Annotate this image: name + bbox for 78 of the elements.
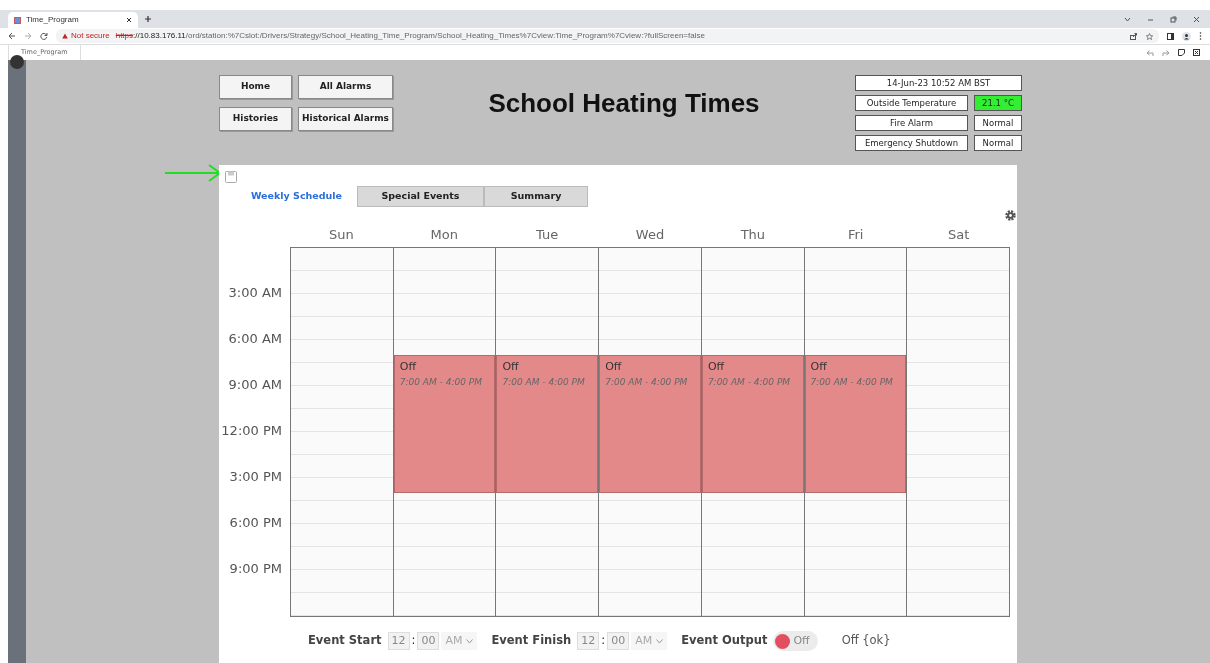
output-toggle[interactable]: Off	[773, 631, 818, 651]
warning-icon	[62, 33, 68, 39]
event-title: Off	[810, 359, 828, 376]
day-header: Tue	[535, 226, 560, 244]
hour-field[interactable]: 12	[387, 632, 410, 650]
share-icon[interactable]	[1130, 32, 1137, 40]
security-warning: Not secure	[71, 30, 110, 42]
close-icon[interactable]	[126, 17, 132, 23]
close-box-icon[interactable]	[1193, 49, 1200, 56]
caret-icon	[656, 638, 664, 644]
time-separator: :	[601, 632, 606, 650]
side-panel-icon[interactable]	[1167, 32, 1174, 40]
star-icon[interactable]	[1146, 32, 1153, 40]
time-label: 3:00 PM	[229, 468, 282, 487]
redo-icon[interactable]	[1162, 49, 1170, 56]
event-time: 7:00 AM - 4:00 PM	[605, 375, 689, 389]
new-tab-icon[interactable]	[144, 15, 152, 23]
day-header: Sat	[946, 226, 971, 244]
close-icon[interactable]	[1193, 15, 1200, 23]
schedule-event[interactable]: Off 7:00 AM - 4:00 PM	[701, 355, 804, 494]
day-header: Mon	[429, 226, 459, 244]
time-separator: :	[411, 632, 416, 650]
schedule-event[interactable]: Off 7:00 AM - 4:00 PM	[496, 355, 599, 494]
day-header: Sun	[328, 226, 355, 244]
day-header: Thu	[739, 226, 767, 244]
minute-field[interactable]: 00	[607, 632, 630, 650]
output-status: Off {ok}	[841, 632, 891, 650]
event-title: Off	[399, 359, 418, 376]
event-title: Off	[502, 359, 520, 376]
event-time: 7:00 AM - 4:00 PM	[502, 375, 586, 389]
date-time: 14-Jun-23 10:52 AM BST	[855, 75, 1022, 91]
point-value: Normal	[974, 135, 1022, 151]
nav-button[interactable]: Home	[219, 75, 292, 99]
schedule-event[interactable]: Off 7:00 AM - 4:00 PM	[599, 355, 701, 494]
restore-icon[interactable]	[1170, 15, 1177, 23]
time-label: 12:00 PM	[221, 422, 282, 441]
nav-button[interactable]: Histories	[219, 107, 292, 131]
page-icon	[14, 16, 21, 24]
nav-button[interactable]: Historical Alarms	[298, 107, 393, 131]
note-icon[interactable]	[1178, 49, 1185, 56]
url-text[interactable]: https://10.83.176.11/ord/station:%7Cslot:/Drivers/Strategy/School_Heating_Time_Program/School_Heating_Times%7Cview:Time_Program%7Cview:?fullScreen=false	[115, 30, 705, 42]
event-time: 7:00 AM - 4:00 PM	[399, 375, 483, 389]
event-title: Off	[605, 359, 623, 376]
point-value: 21.1 °C	[974, 95, 1022, 111]
back-icon[interactable]	[8, 32, 16, 40]
field-label: Event Finish	[491, 632, 572, 650]
point-label: Emergency Shutdown	[855, 135, 968, 151]
field-label: Event Start	[308, 632, 382, 650]
point-value: Normal	[974, 115, 1022, 131]
undo-icon[interactable]	[1146, 49, 1154, 56]
point-label: Outside Temperature	[855, 95, 968, 111]
event-time: 7:00 AM - 4:00 PM	[707, 375, 792, 389]
reload-icon[interactable]	[40, 32, 48, 40]
day-header: Fri	[846, 226, 865, 244]
time-label: 3:00 AM	[228, 284, 282, 303]
event-title: Off	[707, 359, 726, 376]
day-header: Wed	[634, 226, 666, 244]
nav-button[interactable]: All Alarms	[298, 75, 393, 99]
time-label: 9:00 PM	[229, 560, 282, 579]
schedule-event[interactable]: Off 7:00 AM - 4:00 PM	[804, 355, 907, 494]
time-label: 6:00 AM	[228, 330, 282, 349]
caret-icon	[466, 638, 474, 644]
chevron-down-icon[interactable]	[1124, 15, 1131, 23]
point-label: Fire Alarm	[855, 115, 968, 131]
settings-icon[interactable]	[1004, 209, 1017, 222]
tab[interactable]: Summary	[484, 186, 588, 207]
hour-field[interactable]: 12	[577, 632, 600, 650]
more-icon[interactable]	[1199, 32, 1202, 40]
tab[interactable]: Special Events	[357, 186, 484, 207]
profile-icon[interactable]	[1182, 31, 1191, 41]
field-label: Event Output	[681, 632, 768, 650]
time-label: 6:00 PM	[229, 514, 282, 533]
minute-field[interactable]: 00	[417, 632, 440, 650]
event-time: 7:00 AM - 4:00 PM	[810, 375, 894, 389]
time-label: 9:00 AM	[228, 376, 282, 395]
schedule-event[interactable]: Off 7:00 AM - 4:00 PM	[393, 355, 496, 494]
page-title: School Heating Times	[487, 88, 761, 120]
menu-dot-icon[interactable]	[10, 55, 24, 69]
